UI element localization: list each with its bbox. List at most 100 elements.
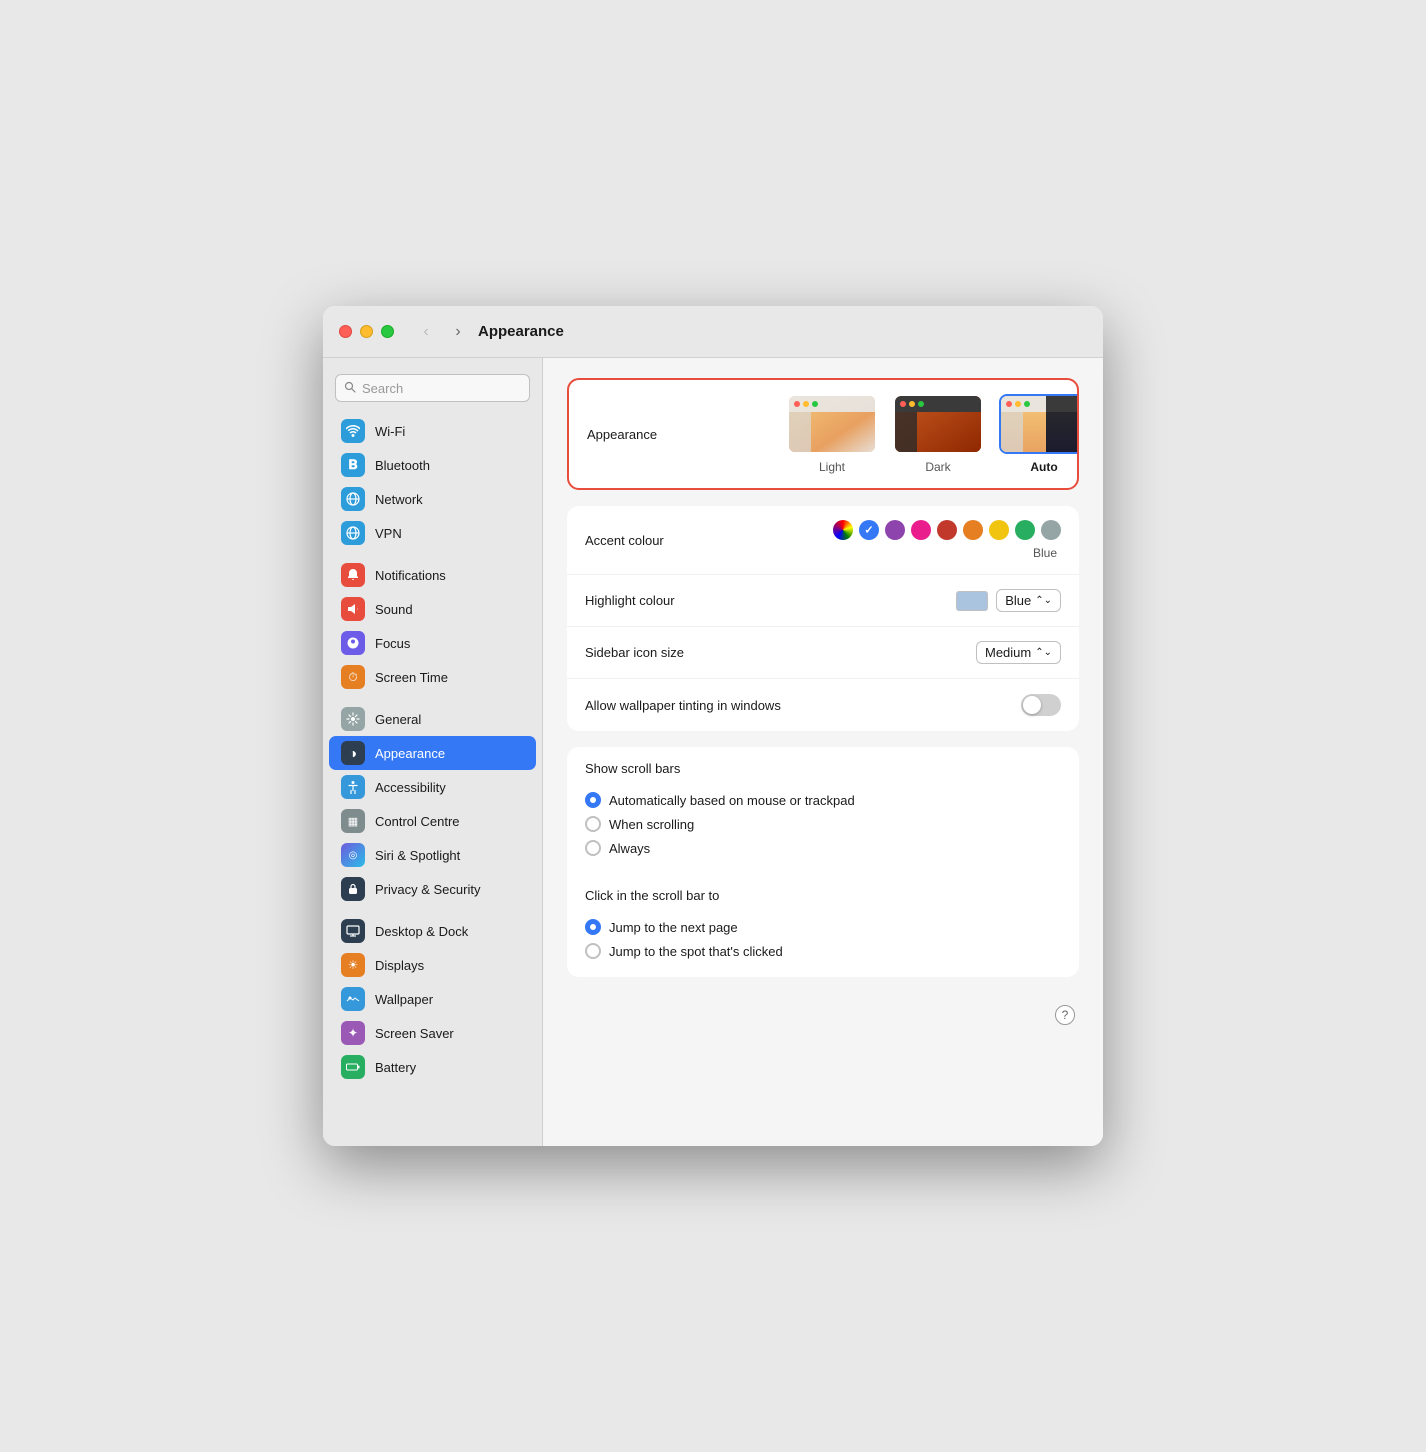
sidebar-item-wallpaper[interactable]: Wallpaper <box>329 982 536 1016</box>
accessibility-icon <box>341 775 365 799</box>
highlight-colour-label: Highlight colour <box>585 593 785 608</box>
sidebar-item-label: VPN <box>375 526 402 541</box>
accent-dots <box>833 520 1061 540</box>
colors-card: Accent colour <box>567 506 1079 731</box>
content-area: Search Wi-Fi 𝐁 Bluetooth Network <box>323 358 1103 1146</box>
accent-colour-row: Accent colour <box>567 506 1079 575</box>
chevron-up-down-icon: ⌃⌄ <box>1035 647 1052 658</box>
auto-label: Auto <box>1030 460 1057 474</box>
privacy-icon <box>341 877 365 901</box>
scrollbars-card: Show scroll bars Automatically based on … <box>567 747 1079 977</box>
sidebar-item-displays[interactable]: ☀ Displays <box>329 948 536 982</box>
sidebar-item-label: Wi-Fi <box>375 424 405 439</box>
sidebar-item-label: Network <box>375 492 423 507</box>
sidebar-item-notifications[interactable]: Notifications <box>329 558 536 592</box>
sidebar-item-screensaver[interactable]: ✦ Screen Saver <box>329 1016 536 1050</box>
sound-icon <box>341 597 365 621</box>
highlight-swatch <box>956 591 988 611</box>
highlight-colour-dropdown[interactable]: Blue ⌃⌄ <box>996 589 1061 612</box>
sidebar-item-controlcentre[interactable]: ▦ Control Centre <box>329 804 536 838</box>
sidebar-item-label: Siri & Spotlight <box>375 848 460 863</box>
sidebar-item-bluetooth[interactable]: 𝐁 Bluetooth <box>329 448 536 482</box>
controlcentre-icon: ▦ <box>341 809 365 833</box>
accent-multicolor[interactable] <box>833 520 853 540</box>
sidebar-item-label: Control Centre <box>375 814 460 829</box>
sidebar-icon-size-control: Medium ⌃⌄ <box>976 641 1061 664</box>
sidebar-item-wifi[interactable]: Wi-Fi <box>329 414 536 448</box>
click-next-page-label: Jump to the next page <box>609 920 738 935</box>
scroll-auto-option[interactable]: Automatically based on mouse or trackpad <box>585 788 1061 812</box>
sidebar-item-general[interactable]: General <box>329 702 536 736</box>
click-scroll-header: Click in the scroll bar to <box>567 874 1079 911</box>
search-container: Search <box>323 366 542 414</box>
highlight-colour-row: Highlight colour Blue ⌃⌄ <box>567 575 1079 627</box>
sidebar-item-screentime[interactable]: ⏱ Screen Time <box>329 660 536 694</box>
light-thumb <box>787 394 877 454</box>
appearance-option-light[interactable]: Light <box>787 394 877 474</box>
back-button[interactable]: ‹ <box>414 320 438 344</box>
appearance-options-group: Light <box>787 394 1079 474</box>
click-next-page-option[interactable]: Jump to the next page <box>585 915 1061 939</box>
scroll-always-radio[interactable] <box>585 840 601 856</box>
wallpaper-tinting-toggle[interactable] <box>1021 694 1061 716</box>
wifi-icon <box>341 419 365 443</box>
sidebar-item-accessibility[interactable]: Accessibility <box>329 770 536 804</box>
accent-yellow[interactable] <box>989 520 1009 540</box>
appearance-options: Light <box>787 394 1079 474</box>
sidebar-item-sound[interactable]: Sound <box>329 592 536 626</box>
scroll-auto-label: Automatically based on mouse or trackpad <box>609 793 855 808</box>
accent-red[interactable] <box>937 520 957 540</box>
notifications-icon <box>341 563 365 587</box>
scroll-scrolling-radio[interactable] <box>585 816 601 832</box>
accent-pink[interactable] <box>911 520 931 540</box>
minimize-button[interactable] <box>360 325 373 338</box>
scroll-auto-radio[interactable] <box>585 792 601 808</box>
accent-green[interactable] <box>1015 520 1035 540</box>
search-box[interactable]: Search <box>335 374 530 402</box>
sidebar-item-label: Wallpaper <box>375 992 433 1007</box>
sidebar-item-network[interactable]: Network <box>329 482 536 516</box>
sidebar-item-battery[interactable]: Battery <box>329 1050 536 1084</box>
appearance-option-auto[interactable]: Auto <box>999 394 1079 474</box>
appearance-option-dark[interactable]: Dark <box>893 394 983 474</box>
appearance-icon: ◑ <box>341 741 365 765</box>
accent-orange[interactable] <box>963 520 983 540</box>
appearance-row: Appearance <box>569 380 1077 488</box>
sidebar-item-appearance[interactable]: ◑ Appearance <box>329 736 536 770</box>
close-button[interactable] <box>339 325 352 338</box>
appearance-label: Appearance <box>587 427 787 442</box>
scroll-scrolling-option[interactable]: When scrolling <box>585 812 1061 836</box>
accent-purple[interactable] <box>885 520 905 540</box>
forward-button[interactable]: › <box>446 320 470 344</box>
scroll-scrolling-label: When scrolling <box>609 817 694 832</box>
sidebar-item-label: Battery <box>375 1060 416 1075</box>
highlight-control-group: Blue ⌃⌄ <box>956 589 1061 612</box>
scroll-bars-radio-group: Automatically based on mouse or trackpad… <box>567 784 1079 874</box>
scroll-always-option[interactable]: Always <box>585 836 1061 860</box>
sidebar-item-label: Displays <box>375 958 424 973</box>
sidebar-item-vpn[interactable]: VPN <box>329 516 536 550</box>
sidebar-item-label: General <box>375 712 421 727</box>
sidebar-item-focus[interactable]: Focus <box>329 626 536 660</box>
fullscreen-button[interactable] <box>381 325 394 338</box>
sidebar-item-label: Desktop & Dock <box>375 924 468 939</box>
scroll-always-label: Always <box>609 841 650 856</box>
sidebar-item-label: Focus <box>375 636 410 651</box>
click-spot-clicked-option[interactable]: Jump to the spot that's clicked <box>585 939 1061 963</box>
sidebar-item-siri[interactable]: ◎ Siri & Spotlight <box>329 838 536 872</box>
accent-blue[interactable] <box>859 520 879 540</box>
click-scroll-radio-group: Jump to the next page Jump to the spot t… <box>567 911 1079 977</box>
help-button[interactable]: ? <box>1055 1005 1075 1025</box>
dark-thumb <box>893 394 983 454</box>
sidebar: Search Wi-Fi 𝐁 Bluetooth Network <box>323 358 543 1146</box>
click-spot-clicked-radio[interactable] <box>585 943 601 959</box>
search-placeholder: Search <box>362 381 403 396</box>
sidebar-item-privacy[interactable]: Privacy & Security <box>329 872 536 906</box>
accent-graphite[interactable] <box>1041 520 1061 540</box>
click-next-page-radio[interactable] <box>585 919 601 935</box>
sidebar-item-desktop[interactable]: Desktop & Dock <box>329 914 536 948</box>
desktop-icon <box>341 919 365 943</box>
settings-window: ‹ › Appearance Search <box>323 306 1103 1146</box>
sidebar-icon-size-dropdown[interactable]: Medium ⌃⌄ <box>976 641 1061 664</box>
bluetooth-icon: 𝐁 <box>341 453 365 477</box>
